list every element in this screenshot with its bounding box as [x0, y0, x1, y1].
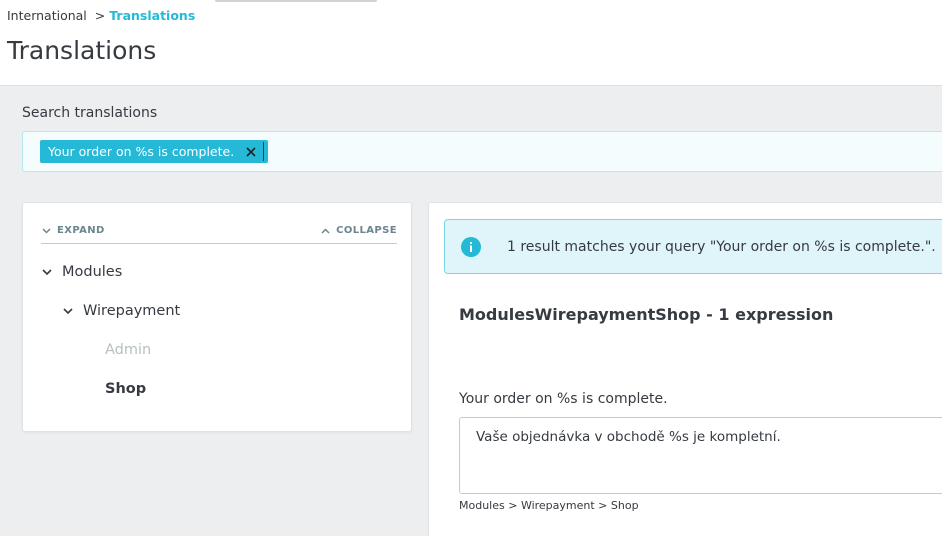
search-tag-label: Your order on %s is complete. [48, 144, 235, 159]
search-tag: Your order on %s is complete. [40, 140, 269, 163]
domain-title: ModulesWirepaymentShop - 1 expression [459, 305, 834, 324]
expand-button[interactable]: EXPAND [42, 225, 105, 236]
tree-controls: EXPAND COLLAPSE [41, 223, 397, 244]
tree-item-modules[interactable]: Modules [42, 262, 122, 282]
tree-item-admin[interactable]: Admin [105, 340, 151, 360]
expression-path: Modules > Wirepayment > Shop [459, 499, 639, 512]
tree-item-shop[interactable]: Shop [105, 379, 146, 399]
top-bar-edge [215, 0, 377, 2]
chevron-down-icon [63, 307, 73, 314]
close-icon[interactable] [244, 145, 258, 159]
breadcrumb: International > Translations [7, 8, 195, 24]
text-caret [263, 142, 264, 161]
tree-item-label: Modules [62, 264, 123, 280]
breadcrumb-separator: > [94, 8, 106, 23]
collapse-label: COLLAPSE [336, 225, 397, 236]
breadcrumb-translations[interactable]: Translations [109, 8, 195, 23]
expand-label: EXPAND [57, 225, 105, 236]
chevron-up-icon [321, 227, 330, 234]
chevron-down-icon [42, 268, 52, 275]
chevron-down-icon [42, 227, 51, 234]
source-expression: Your order on %s is complete. [459, 391, 668, 407]
translation-results-panel: 1 result matches your query "Your order … [428, 202, 942, 536]
search-label: Search translations [22, 105, 158, 121]
info-icon [461, 237, 481, 257]
search-result-alert: 1 result matches your query "Your order … [444, 219, 942, 274]
collapse-button[interactable]: COLLAPSE [321, 225, 397, 236]
result-message: 1 result matches your query "Your order … [507, 239, 936, 255]
translations-page: International > Translations Translations … [0, 0, 942, 536]
breadcrumb-international[interactable]: International [7, 8, 87, 23]
tree-item-wirepayment[interactable]: Wirepayment [63, 301, 180, 321]
page-header: International > Translations Translations [0, 0, 942, 86]
tree-item-label: Wirepayment [83, 303, 181, 319]
translation-tree-panel: EXPAND COLLAPSE Modules Wirepayment Admi… [22, 202, 412, 432]
search-input[interactable]: Your order on %s is complete. [22, 131, 942, 172]
translation-field[interactable]: Vaše objednávka v obchodě %s je kompletn… [459, 417, 942, 494]
page-title: Translations [7, 36, 157, 65]
